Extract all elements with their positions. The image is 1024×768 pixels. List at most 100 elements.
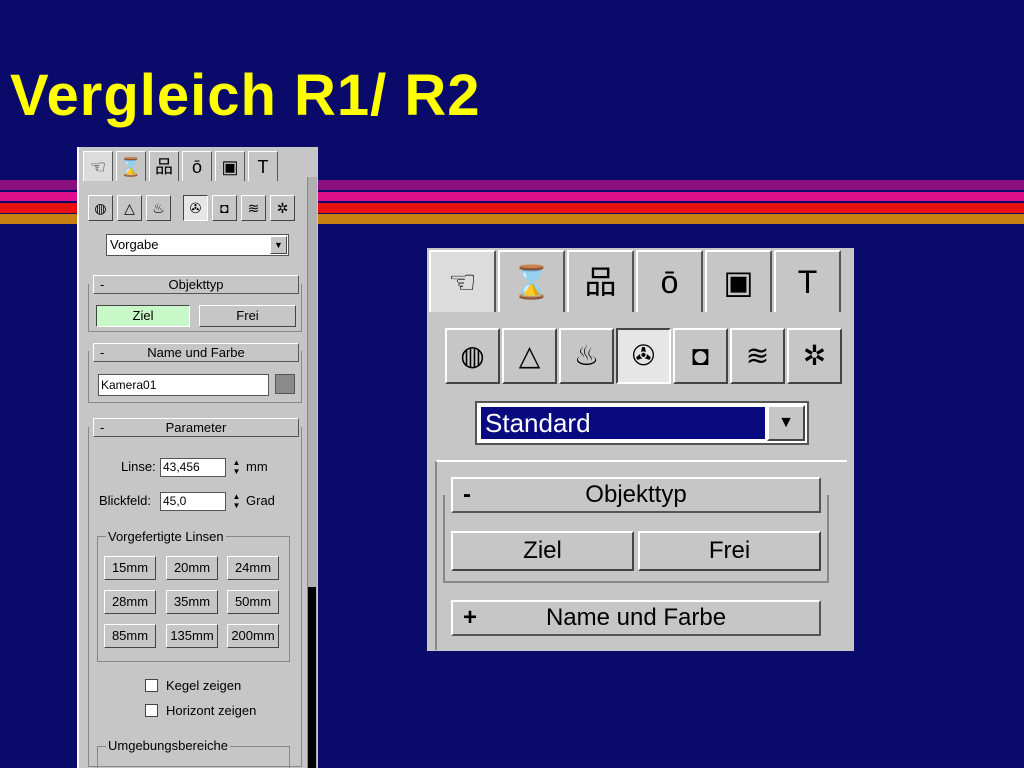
expand-icon: + [463,604,478,631]
lights-icon: ♨ [573,340,600,371]
display-icon: ▣ [221,157,239,177]
shapes-icon: △ [124,200,135,216]
r1-tab-create[interactable]: ☜ [83,151,113,181]
r1-kegel-checkbox[interactable] [145,679,158,692]
r2-cameras-button[interactable]: ✇ [616,328,671,384]
r1-cameras-button[interactable]: ✇ [183,195,208,221]
helpers-icon: ◘ [220,200,229,216]
r1-horizont-checkbox[interactable] [145,704,158,717]
r1-command-panel: ☜ ⌛ 品 ō ▣ T ◍ △ ♨ ✇ ◘ ≋ ✲ Vorgabe ▼ - Ob… [77,147,318,768]
spacewarps-icon: ≋ [745,340,770,371]
r1-lens-135mm-button[interactable]: 135mm [166,624,218,648]
hierarchy-icon: 品 [584,264,617,300]
r2-spacewarps-button[interactable]: ≋ [730,328,785,384]
systems-icon: ✲ [276,200,289,216]
r1-lights-button[interactable]: ♨ [146,195,171,221]
r2-tab-create[interactable]: ☜ [429,250,496,312]
r2-tab-modify[interactable]: ⌛ [498,250,565,312]
r1-tab-hierarchy[interactable]: 品 [149,151,179,181]
spacewarps-icon: ≋ [247,200,260,216]
r1-dropdown-value: Vorgabe [110,237,159,252]
r2-tab-hierarchy[interactable]: 品 [567,250,634,312]
r1-blickfeld-unit: Grad [246,493,275,508]
r2-tab-utilities[interactable]: T [774,250,841,312]
r1-lens-35mm-button[interactable]: 35mm [166,590,218,614]
spinner-icon[interactable]: ▲ ▼ [231,492,242,510]
create-hand-icon: ☜ [89,157,107,177]
cameras-icon: ✇ [189,200,202,216]
r1-objekttyp-rollout[interactable]: - Objekttyp [93,275,299,294]
r1-linse-unit: mm [246,459,268,474]
r2-tab-motion[interactable]: ō [636,250,703,312]
motion-icon: ō [191,157,202,177]
slide-title: Vergleich R1/ R2 [10,63,481,128]
r1-tab-modify[interactable]: ⌛ [116,151,146,181]
r2-shapes-button[interactable]: △ [502,328,557,384]
r1-kegel-label: Kegel zeigen [166,678,242,693]
rollout-title: Name und Farbe [147,345,245,360]
r1-lens-15mm-button[interactable]: 15mm [104,556,156,580]
r1-shapes-button[interactable]: △ [117,195,142,221]
r1-name-input[interactable]: Kamera01 [98,374,269,396]
create-hand-icon: ☜ [448,264,477,300]
helpers-icon: ◘ [692,340,709,371]
r2-lights-button[interactable]: ♨ [559,328,614,384]
utilities-hammer-icon: T [257,157,269,177]
motion-icon: ō [660,264,679,300]
modify-icon: ⌛ [511,264,552,300]
shapes-icon: △ [518,340,541,371]
r1-lens-85mm-button[interactable]: 85mm [104,624,156,648]
collapse-icon: - [100,277,105,292]
r1-linse-label: Linse: [121,459,156,474]
r1-lens-28mm-button[interactable]: 28mm [104,590,156,614]
r2-command-panel: ☜ ⌛ 品 ō ▣ T ◍ △ ♨ ✇ ◘ ≋ ✲ Standard ▼ - O… [427,248,854,651]
hierarchy-icon: 品 [155,157,173,177]
r2-systems-button[interactable]: ✲ [787,328,842,384]
r2-dropdown-value: Standard [481,407,765,439]
r1-scroll-thumb[interactable] [308,587,316,768]
r1-parameter-rollout[interactable]: - Parameter [93,418,299,437]
r1-scrollbar[interactable] [307,177,317,768]
geometry-icon: ◍ [460,340,485,371]
r1-frei-button[interactable]: Frei [199,305,296,327]
r1-tab-display[interactable]: ▣ [215,151,245,181]
r1-helpers-button[interactable]: ◘ [212,195,237,221]
collapse-icon: - [100,345,105,360]
r1-color-swatch[interactable] [275,374,295,394]
r1-horizont-label: Horizont zeigen [166,703,257,718]
collapse-icon: - [463,481,471,508]
r1-lens-20mm-button[interactable]: 20mm [166,556,218,580]
chevron-down-icon[interactable]: ▼ [270,236,287,254]
r1-tab-utilities[interactable]: T [248,151,278,181]
r2-tab-display[interactable]: ▣ [705,250,772,312]
r2-frei-button[interactable]: Frei [638,531,821,571]
r1-category-dropdown[interactable]: Vorgabe ▼ [106,234,289,256]
r1-geometry-button[interactable]: ◍ [88,195,113,221]
r1-lens-24mm-button[interactable]: 24mm [227,556,279,580]
r1-tab-motion[interactable]: ō [182,151,212,181]
display-icon: ▣ [723,264,754,300]
spinner-icon[interactable]: ▲ ▼ [231,458,242,476]
r1-blickfeld-input[interactable]: 45,0 [160,492,226,511]
r1-linsen-title: Vorgefertigte Linsen [106,529,226,544]
r2-helpers-button[interactable]: ◘ [673,328,728,384]
r2-objekttyp-rollout[interactable]: - Objekttyp [451,477,821,513]
modify-icon: ⌛ [119,157,143,177]
chevron-down-icon[interactable]: ▼ [767,405,805,441]
rollout-title: Name und Farbe [545,604,727,631]
r1-lens-200mm-button[interactable]: 200mm [227,624,279,648]
r1-spacewarps-button[interactable]: ≋ [241,195,266,221]
r1-systems-button[interactable]: ✲ [270,195,295,221]
r2-category-dropdown[interactable]: Standard ▼ [475,401,809,445]
collapse-icon: - [100,420,105,435]
r2-ziel-button[interactable]: Ziel [451,531,634,571]
r1-linse-input[interactable]: 43,456 [160,458,226,477]
r1-lens-50mm-button[interactable]: 50mm [227,590,279,614]
rollout-title: Parameter [165,420,227,435]
lights-icon: ♨ [152,200,165,216]
r2-geometry-button[interactable]: ◍ [445,328,500,384]
r1-name-farbe-rollout[interactable]: - Name und Farbe [93,343,299,362]
r1-ziel-button[interactable]: Ziel [96,305,190,327]
r2-name-farbe-rollout[interactable]: + Name und Farbe [451,600,821,636]
r1-blickfeld-label: Blickfeld: [99,493,152,508]
